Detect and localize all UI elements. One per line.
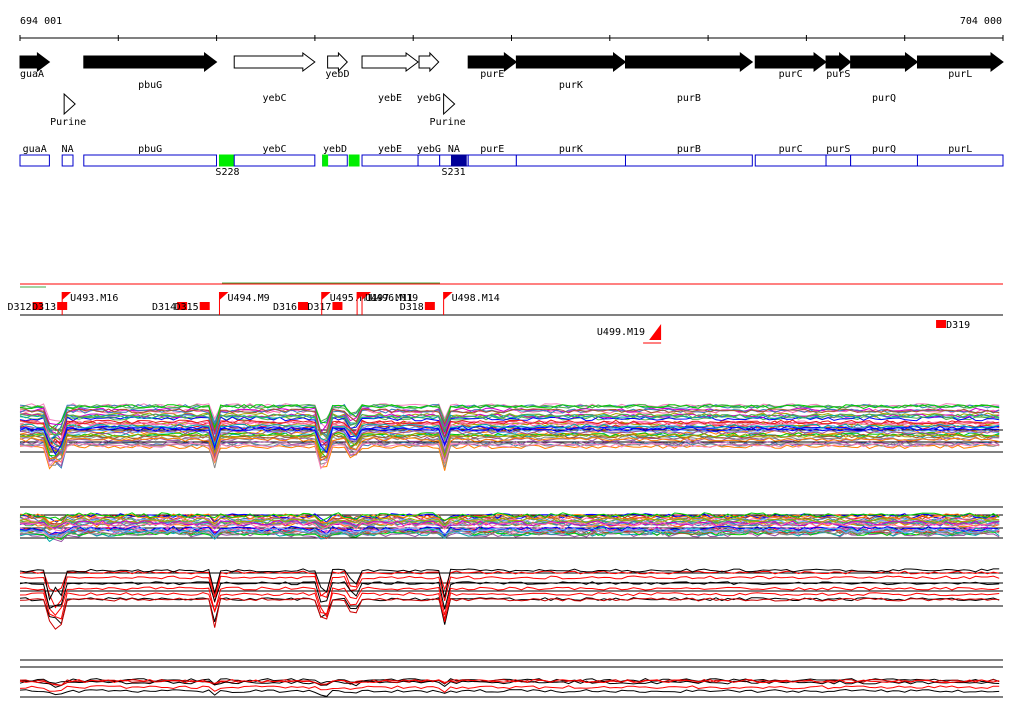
segment-marker-label: D319 (946, 320, 970, 331)
expression-line (19, 688, 1000, 697)
gene-arrow-pbuG (83, 52, 218, 72)
gene-label-yebC: yebC (262, 93, 286, 104)
expression-panel-bottom (19, 659, 1003, 698)
annotation-label-yebG: yebG (417, 144, 441, 155)
annotation-label-yebC: yebC (262, 144, 286, 155)
annotation-box (417, 154, 441, 167)
annotation-tag: S228 (215, 167, 239, 178)
gene-label-yebG: yebG (417, 93, 441, 104)
riboswitch-track: Purine Purine (50, 92, 466, 128)
gene-label-pbuG: pbuG (138, 80, 162, 91)
annotation-box (61, 154, 74, 167)
gene-label-purB: purB (677, 93, 701, 104)
expression-panel-secondary (19, 506, 1003, 543)
coordinate-ruler (19, 35, 1004, 41)
annotation-label-purK: purK (559, 144, 583, 155)
gene-label-purL: purL (948, 69, 972, 80)
annotation-box (754, 154, 827, 167)
gene-label-purS: purS (826, 69, 850, 80)
segment-marker-label: D316 (273, 302, 297, 313)
gene-label-yebE: yebE (378, 93, 402, 104)
gene-label-yebD: yebD (325, 69, 349, 80)
riboswitch-marker (63, 92, 76, 116)
annotation-box (361, 154, 419, 167)
segment-marker-label: D312 (8, 302, 32, 313)
annotation-box (825, 154, 852, 167)
annotation-box (19, 154, 50, 167)
expression-line (19, 441, 1000, 469)
annotation-box (450, 154, 467, 167)
annotation-tag: S231 (442, 167, 466, 178)
expression-line (19, 597, 1000, 625)
segment-marker-label: D313 (32, 302, 56, 313)
expression-line (19, 592, 1000, 623)
expression-panel-selected (19, 568, 1003, 630)
coordinate-end: 704 000 (960, 16, 1002, 27)
annotation-box (467, 154, 517, 167)
annotation-box (515, 154, 626, 167)
annotation-label-purQ: purQ (872, 144, 896, 155)
gene-arrow-purK (515, 52, 627, 72)
annotation-box (83, 154, 218, 167)
gene-label-purC: purC (779, 69, 803, 80)
expression-line (19, 436, 1000, 465)
expression-line (19, 444, 1000, 471)
upstream-marker (649, 324, 662, 340)
annotation-box (233, 154, 316, 167)
annotation-box (218, 154, 235, 167)
segment-marker (424, 302, 435, 310)
annotation-box (916, 154, 1004, 167)
annotation-label-NA: NA (448, 144, 460, 155)
annotation-label-purC: purC (779, 144, 803, 155)
gene-label-purE: purE (480, 69, 504, 80)
gene-label-guaA: guaA (20, 69, 44, 80)
annotation-label-purL: purL (948, 144, 972, 155)
annotation-box (322, 154, 329, 167)
annotation-box (348, 154, 360, 167)
riboswitch-label: Purine (430, 117, 466, 128)
gene-arrow-yebG (418, 51, 440, 73)
upstream-marker-label: U494.M9 (227, 293, 269, 304)
riboswitch-label: Purine (50, 117, 86, 128)
segment-marker (199, 302, 210, 310)
upstream-marker-label: U498.M14 (452, 293, 500, 304)
expression-panel-main (19, 403, 1003, 471)
annotation-track: guaA NA pbuG yebC yebD yebE yebG NA purE purK purB… (19, 144, 1004, 178)
annotation-box (624, 154, 753, 167)
expression-line (19, 597, 1000, 630)
annotation-label-guaA: guaA (23, 144, 47, 155)
gene-track: guaA pbuG yebC yebD yebE yebG purE purK purB purC… (19, 51, 1004, 104)
annotation-label-purS: purS (826, 144, 850, 155)
annotation-box (850, 154, 918, 167)
coordinate-start: 694 001 (20, 16, 62, 27)
expression-line (19, 575, 1000, 609)
segment-marker (936, 320, 947, 328)
gene-arrow-purQ (850, 52, 919, 72)
expression-line (19, 436, 1000, 463)
annotation-label-yebD: yebD (323, 144, 347, 155)
annotation-label-pbuG: pbuG (138, 144, 162, 155)
annotation-label-NA: NA (62, 144, 74, 155)
gene-arrow-purB (624, 52, 754, 72)
genome-browser-canvas: 694 001 704 000 guaA pbuG yebC yebD yebE yebG… (8, 16, 1004, 698)
riboswitch-marker (443, 92, 456, 116)
segment-marker-label: D315 (175, 302, 199, 313)
gene-arrow-yebE (361, 52, 419, 72)
annotation-label-yebE: yebE (378, 144, 402, 155)
gene-label-purK: purK (559, 80, 583, 91)
segment-marker-label: D314 (152, 302, 176, 313)
upstream-marker-label: U497.M11 (365, 293, 413, 304)
upstream-marker-label: U493.M16 (70, 293, 118, 304)
upstream-marker-label: U499.M19 (597, 327, 645, 338)
segment-marker-label: D317 (307, 302, 331, 313)
expression-line (19, 441, 1000, 469)
gene-label-purQ: purQ (872, 93, 896, 104)
gene-arrow-yebC (233, 52, 316, 72)
annotation-label-purB: purB (677, 144, 701, 155)
annotation-label-purE: purE (480, 144, 504, 155)
segment-marker-track: D312 D313 D314D315 D316 D317 D318D319U493.M16… (8, 282, 1003, 344)
